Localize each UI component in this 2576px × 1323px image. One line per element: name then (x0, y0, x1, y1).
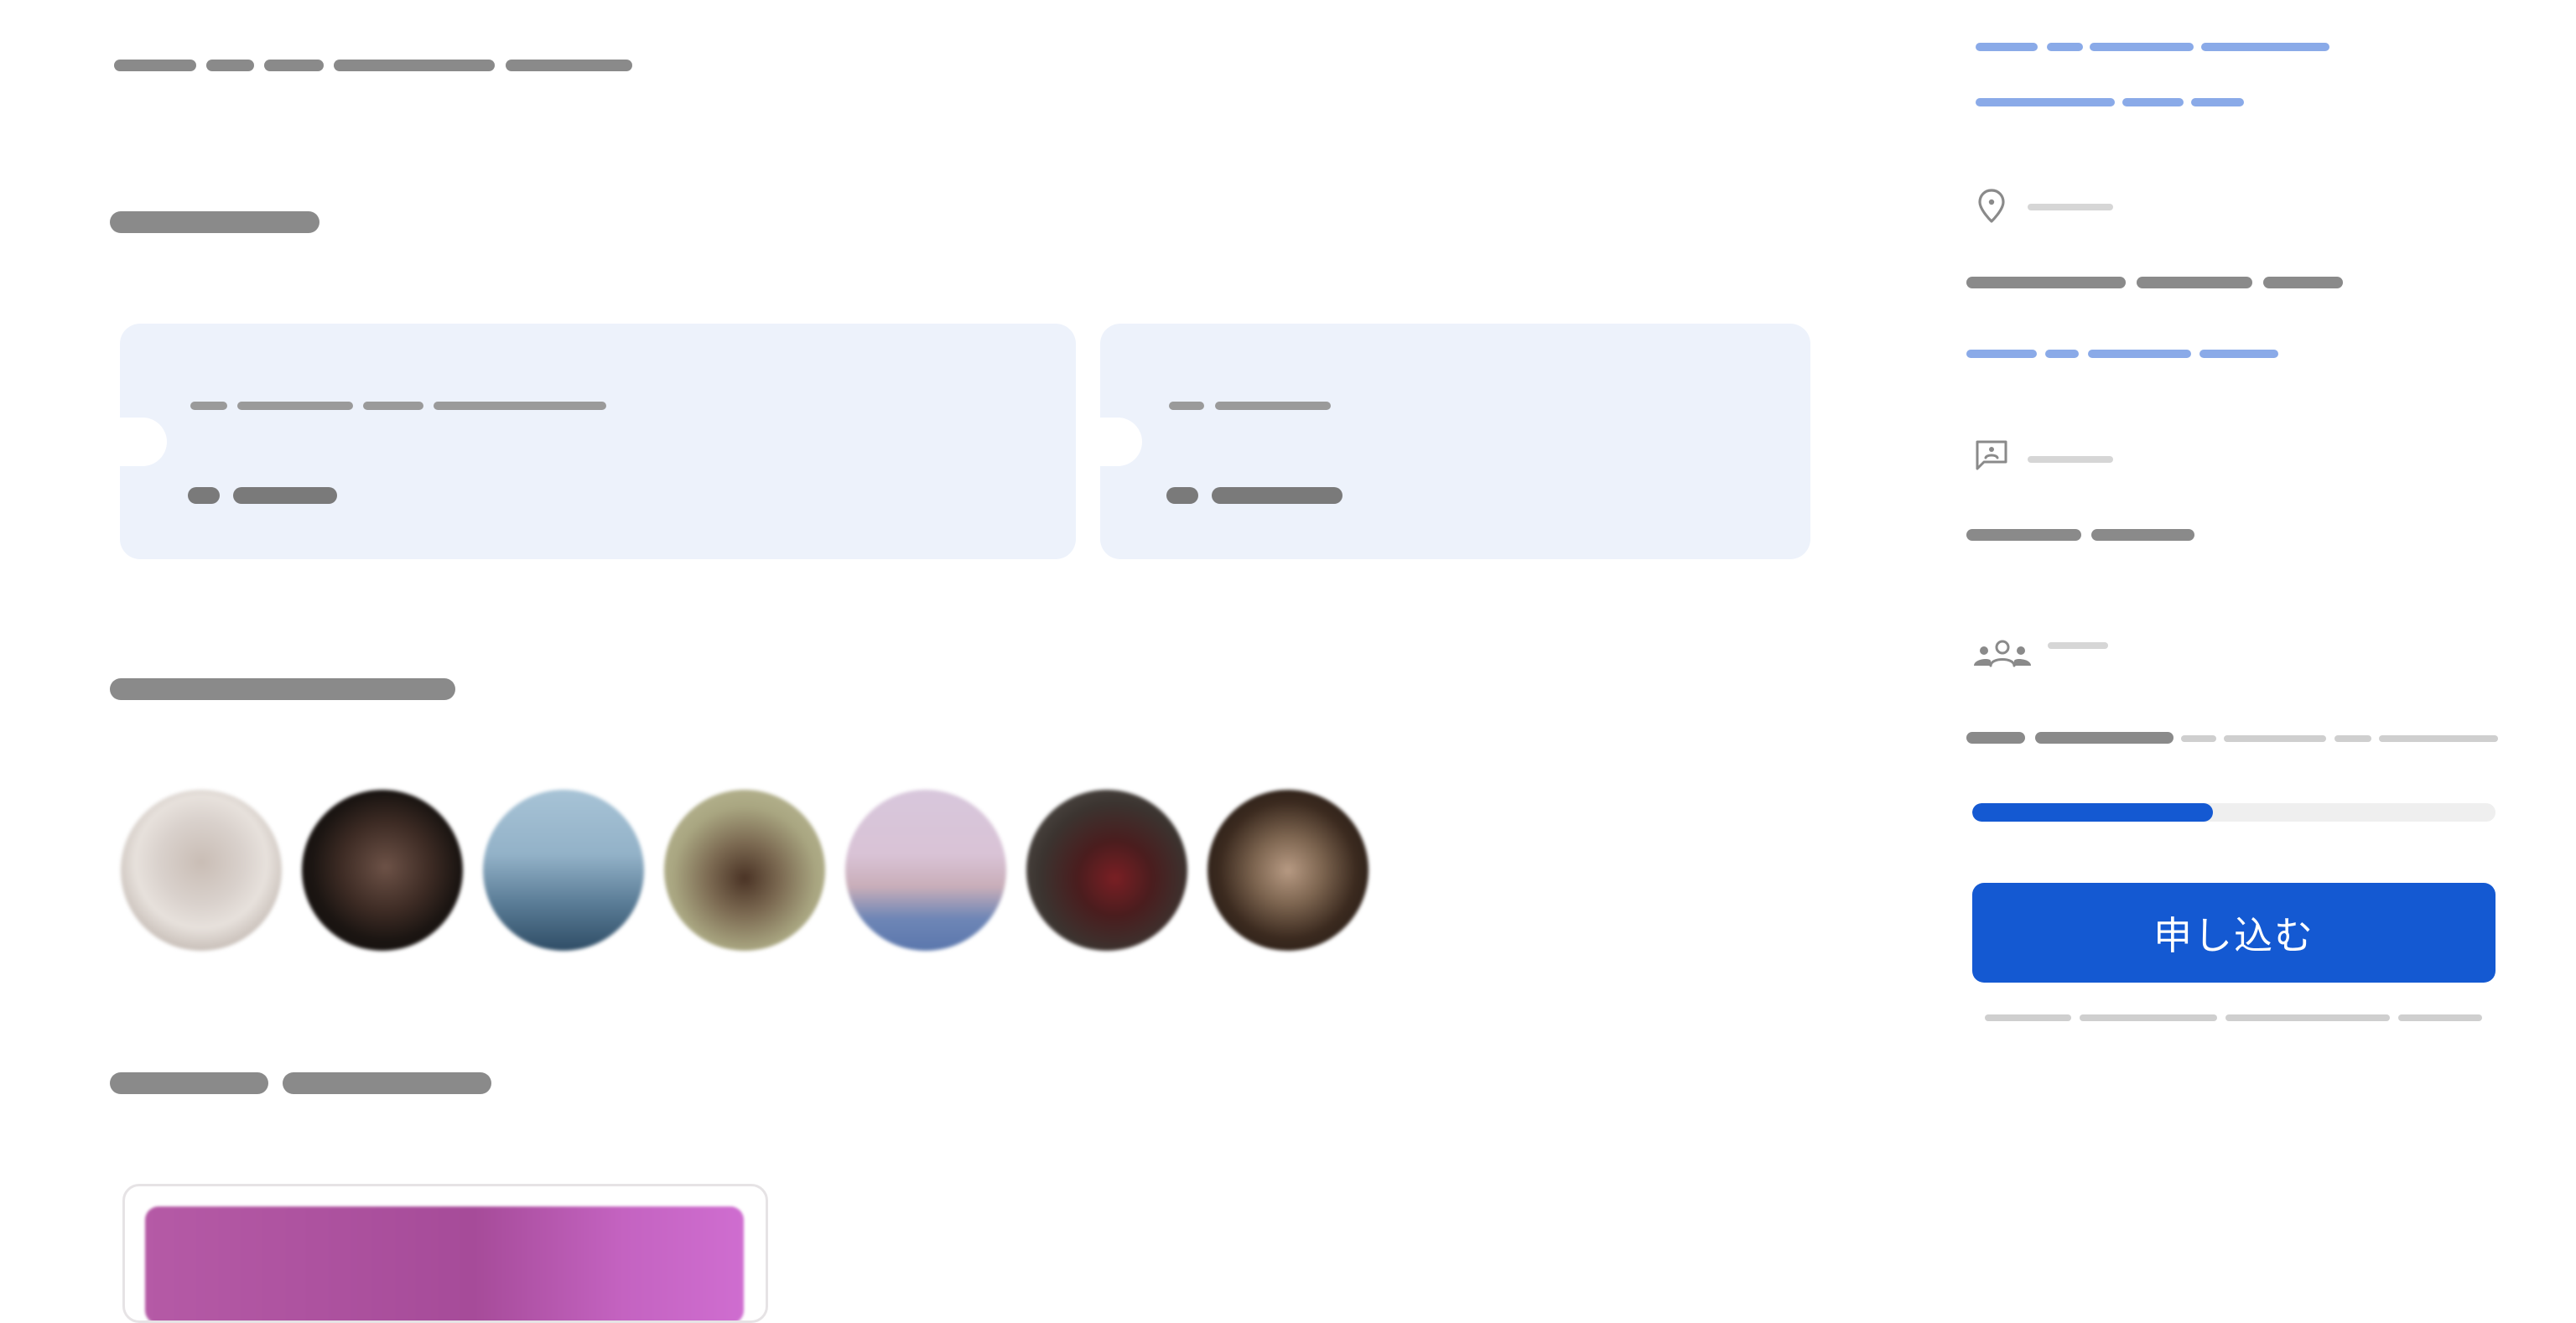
capacity-progress-fill (1972, 803, 2214, 822)
message-square-icon (1976, 440, 2007, 470)
apply-button[interactable]: 申し込む (1972, 883, 2496, 983)
footnote-text (2225, 1014, 2390, 1021)
ticket-notch (1097, 417, 1142, 466)
footnote-text (2080, 1014, 2217, 1021)
location-link[interactable] (2088, 350, 2191, 358)
attendees-note (2181, 735, 2216, 742)
location-link[interactable] (2199, 350, 2278, 358)
link-text[interactable] (1976, 43, 2038, 51)
ticket-badge (188, 487, 220, 504)
breadcrumb-item[interactable] (506, 60, 632, 71)
ticket-card[interactable] (118, 324, 1076, 559)
breadcrumb-item[interactable] (114, 60, 196, 71)
attendees-note (2334, 735, 2371, 742)
breadcrumb-item[interactable] (206, 60, 254, 71)
preview-image (145, 1206, 744, 1320)
people-group-icon (1974, 640, 2031, 667)
ticket-date-text (434, 402, 606, 410)
location-link[interactable] (2045, 350, 2079, 358)
ticket-date-text (237, 402, 353, 410)
ticket-date-text (1169, 402, 1204, 410)
location-text (1966, 277, 2126, 288)
link-text[interactable] (2201, 43, 2329, 51)
location-text (2137, 277, 2252, 288)
link-text[interactable] (2090, 43, 2194, 51)
ticket-date-text (1215, 402, 1331, 410)
section-title (110, 211, 319, 233)
avatar[interactable] (845, 790, 1006, 951)
avatar[interactable] (664, 790, 825, 951)
avatar[interactable] (302, 790, 463, 951)
footnote-text (2398, 1014, 2482, 1021)
avatar[interactable] (121, 790, 282, 951)
host-name (2091, 529, 2194, 541)
link-text[interactable] (1976, 98, 2115, 106)
map-pin-icon (1978, 189, 2005, 223)
preview-card[interactable] (122, 1184, 768, 1323)
section-title (110, 1072, 268, 1094)
link-text[interactable] (2047, 43, 2083, 51)
attendees-note (2224, 735, 2326, 742)
link-text[interactable] (2122, 98, 2184, 106)
avatar[interactable] (483, 790, 644, 951)
ticket-notch (118, 417, 167, 466)
avatar[interactable] (1026, 790, 1187, 951)
footnote-text (1985, 1014, 2071, 1021)
ticket-price-text (233, 487, 337, 504)
ticket-badge (1166, 487, 1198, 504)
location-label (2028, 204, 2113, 210)
breadcrumb-item[interactable] (264, 60, 324, 71)
host-label (2028, 456, 2113, 463)
link-text[interactable] (2191, 98, 2244, 106)
host-name (1966, 529, 2081, 541)
attendees-label (2048, 642, 2108, 649)
attendees-note (2379, 735, 2498, 742)
avatar[interactable] (1208, 790, 1368, 951)
breadcrumb-item[interactable] (334, 60, 495, 71)
ticket-card[interactable] (1097, 324, 1810, 559)
ticket-date-text (363, 402, 423, 410)
attendees-count (1966, 732, 2025, 744)
ticket-price-text (1212, 487, 1343, 504)
section-title (110, 678, 455, 700)
attendees-count (2035, 732, 2174, 744)
capacity-progress-bar (1972, 803, 2496, 822)
location-link[interactable] (1966, 350, 2037, 358)
section-title (283, 1072, 491, 1094)
location-text (2263, 277, 2343, 288)
ticket-date-text (190, 402, 227, 410)
